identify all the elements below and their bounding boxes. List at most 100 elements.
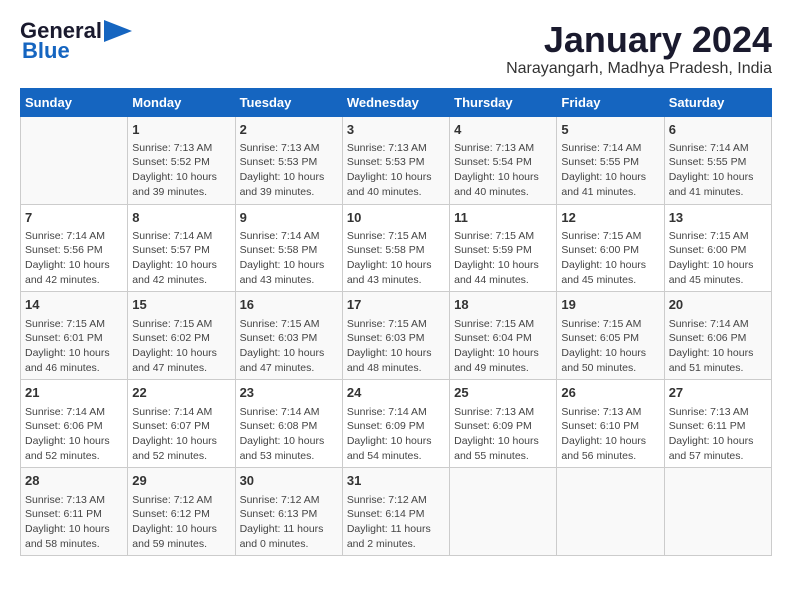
page-title: January 2024 bbox=[506, 20, 772, 60]
day-number: 14 bbox=[25, 296, 123, 314]
calendar-cell: 13Sunrise: 7:15 AM Sunset: 6:00 PM Dayli… bbox=[664, 204, 771, 292]
day-number: 21 bbox=[25, 384, 123, 402]
day-number: 25 bbox=[454, 384, 552, 402]
calendar-cell: 31Sunrise: 7:12 AM Sunset: 6:14 PM Dayli… bbox=[342, 468, 449, 556]
calendar-cell: 8Sunrise: 7:14 AM Sunset: 5:57 PM Daylig… bbox=[128, 204, 235, 292]
weekday-header: Thursday bbox=[450, 88, 557, 116]
calendar-cell: 2 Sunrise: 7:13 AM Sunset: 5:53 PM Daylig… bbox=[235, 116, 342, 204]
day-info: Sunrise: 7:15 AM Sunset: 5:59 PM Dayligh… bbox=[454, 229, 552, 288]
day-info: Sunrise: 7:15 AM Sunset: 6:00 PM Dayligh… bbox=[561, 229, 659, 288]
calendar-cell: 30Sunrise: 7:12 AM Sunset: 6:13 PM Dayli… bbox=[235, 468, 342, 556]
calendar-cell bbox=[664, 468, 771, 556]
calendar-cell: 26 Sunrise: 7:13 AM Sunset: 6:10 PM Dayli… bbox=[557, 380, 664, 468]
day-info: Sunrise: 7:14 AM Sunset: 6:06 PM Dayligh… bbox=[25, 405, 123, 464]
day-info: Sunrise: 7:14 AM Sunset: 5:56 PM Dayligh… bbox=[25, 229, 123, 288]
day-number: 15 bbox=[132, 296, 230, 314]
day-number: 11 bbox=[454, 209, 552, 227]
calendar-cell: 23Sunrise: 7:14 AM Sunset: 6:08 PM Dayli… bbox=[235, 380, 342, 468]
day-info: Sunrise: 7:15 AM Sunset: 5:58 PM Dayligh… bbox=[347, 229, 445, 288]
calendar-cell bbox=[557, 468, 664, 556]
weekday-header: Sunday bbox=[21, 88, 128, 116]
day-info: Sunrise: 7:14 AM Sunset: 5:55 PM Dayligh… bbox=[561, 141, 659, 200]
calendar-cell: 12 Sunrise: 7:15 AM Sunset: 6:00 PM Dayli… bbox=[557, 204, 664, 292]
logo: General Blue bbox=[20, 20, 132, 62]
calendar-cell: 22Sunrise: 7:14 AM Sunset: 6:07 PM Dayli… bbox=[128, 380, 235, 468]
day-number: 18 bbox=[454, 296, 552, 314]
day-number: 5 bbox=[561, 121, 659, 139]
calendar-cell: 14 Sunrise: 7:15 AM Sunset: 6:01 PM Dayli… bbox=[21, 292, 128, 380]
calendar-cell: 6Sunrise: 7:14 AM Sunset: 5:55 PM Daylig… bbox=[664, 116, 771, 204]
calendar-cell: 11 Sunrise: 7:15 AM Sunset: 5:59 PM Dayli… bbox=[450, 204, 557, 292]
calendar-cell: 25 Sunrise: 7:13 AM Sunset: 6:09 PM Dayli… bbox=[450, 380, 557, 468]
day-number: 20 bbox=[669, 296, 767, 314]
day-info: Sunrise: 7:13 AM Sunset: 5:53 PM Dayligh… bbox=[347, 141, 445, 200]
day-info: Sunrise: 7:13 AM Sunset: 6:09 PM Dayligh… bbox=[454, 405, 552, 464]
weekday-header: Wednesday bbox=[342, 88, 449, 116]
day-info: Sunrise: 7:15 AM Sunset: 6:03 PM Dayligh… bbox=[240, 317, 338, 376]
logo-subtext: Blue bbox=[22, 40, 70, 62]
day-number: 29 bbox=[132, 472, 230, 490]
day-info: Sunrise: 7:15 AM Sunset: 6:05 PM Dayligh… bbox=[561, 317, 659, 376]
calendar-table: SundayMondayTuesdayWednesdayThursdayFrid… bbox=[20, 88, 772, 557]
day-number: 24 bbox=[347, 384, 445, 402]
calendar-cell: 5 Sunrise: 7:14 AM Sunset: 5:55 PM Daylig… bbox=[557, 116, 664, 204]
calendar-week-row: 7 Sunrise: 7:14 AM Sunset: 5:56 PM Daylig… bbox=[21, 204, 772, 292]
calendar-cell: 28Sunrise: 7:13 AM Sunset: 6:11 PM Dayli… bbox=[21, 468, 128, 556]
day-number: 26 bbox=[561, 384, 659, 402]
calendar-cell: 3Sunrise: 7:13 AM Sunset: 5:53 PM Daylig… bbox=[342, 116, 449, 204]
calendar-cell: 18 Sunrise: 7:15 AM Sunset: 6:04 PM Dayli… bbox=[450, 292, 557, 380]
day-number: 30 bbox=[240, 472, 338, 490]
weekday-header: Monday bbox=[128, 88, 235, 116]
calendar-cell: 9 Sunrise: 7:14 AM Sunset: 5:58 PM Daylig… bbox=[235, 204, 342, 292]
calendar-cell: 16Sunrise: 7:15 AM Sunset: 6:03 PM Dayli… bbox=[235, 292, 342, 380]
day-info: Sunrise: 7:13 AM Sunset: 6:10 PM Dayligh… bbox=[561, 405, 659, 464]
day-info: Sunrise: 7:14 AM Sunset: 6:09 PM Dayligh… bbox=[347, 405, 445, 464]
calendar-cell: 20 Sunrise: 7:14 AM Sunset: 6:06 PM Dayli… bbox=[664, 292, 771, 380]
day-info: Sunrise: 7:15 AM Sunset: 6:03 PM Dayligh… bbox=[347, 317, 445, 376]
calendar-cell: 17 Sunrise: 7:15 AM Sunset: 6:03 PM Dayli… bbox=[342, 292, 449, 380]
day-number: 12 bbox=[561, 209, 659, 227]
day-info: Sunrise: 7:15 AM Sunset: 6:01 PM Dayligh… bbox=[25, 317, 123, 376]
calendar-week-row: 14 Sunrise: 7:15 AM Sunset: 6:01 PM Dayli… bbox=[21, 292, 772, 380]
day-info: Sunrise: 7:13 AM Sunset: 5:54 PM Dayligh… bbox=[454, 141, 552, 200]
calendar-cell bbox=[450, 468, 557, 556]
page-subtitle: Narayangarh, Madhya Pradesh, India bbox=[506, 60, 772, 78]
day-info: Sunrise: 7:15 AM Sunset: 6:00 PM Dayligh… bbox=[669, 229, 767, 288]
calendar-cell: 27 Sunrise: 7:13 AM Sunset: 6:11 PM Dayli… bbox=[664, 380, 771, 468]
day-number: 6 bbox=[669, 121, 767, 139]
weekday-header: Friday bbox=[557, 88, 664, 116]
calendar-cell: 1Sunrise: 7:13 AM Sunset: 5:52 PM Daylig… bbox=[128, 116, 235, 204]
day-info: Sunrise: 7:15 AM Sunset: 6:04 PM Dayligh… bbox=[454, 317, 552, 376]
day-info: Sunrise: 7:13 AM Sunset: 5:53 PM Dayligh… bbox=[240, 141, 338, 200]
day-info: Sunrise: 7:13 AM Sunset: 5:52 PM Dayligh… bbox=[132, 141, 230, 200]
day-number: 27 bbox=[669, 384, 767, 402]
calendar-cell: 21 Sunrise: 7:14 AM Sunset: 6:06 PM Dayli… bbox=[21, 380, 128, 468]
calendar-cell: 29 Sunrise: 7:12 AM Sunset: 6:12 PM Dayli… bbox=[128, 468, 235, 556]
calendar-week-row: 21 Sunrise: 7:14 AM Sunset: 6:06 PM Dayli… bbox=[21, 380, 772, 468]
day-number: 19 bbox=[561, 296, 659, 314]
day-number: 31 bbox=[347, 472, 445, 490]
calendar-cell bbox=[21, 116, 128, 204]
calendar-cell: 24 Sunrise: 7:14 AM Sunset: 6:09 PM Dayli… bbox=[342, 380, 449, 468]
title-section: January 2024 Narayangarh, Madhya Pradesh… bbox=[506, 20, 772, 78]
calendar-week-row: 28Sunrise: 7:13 AM Sunset: 6:11 PM Dayli… bbox=[21, 468, 772, 556]
day-info: Sunrise: 7:15 AM Sunset: 6:02 PM Dayligh… bbox=[132, 317, 230, 376]
day-info: Sunrise: 7:14 AM Sunset: 6:06 PM Dayligh… bbox=[669, 317, 767, 376]
day-info: Sunrise: 7:14 AM Sunset: 6:07 PM Dayligh… bbox=[132, 405, 230, 464]
day-number: 9 bbox=[240, 209, 338, 227]
calendar-cell: 19 Sunrise: 7:15 AM Sunset: 6:05 PM Dayli… bbox=[557, 292, 664, 380]
day-info: Sunrise: 7:13 AM Sunset: 6:11 PM Dayligh… bbox=[25, 493, 123, 552]
day-number: 4 bbox=[454, 121, 552, 139]
calendar-cell: 4 Sunrise: 7:13 AM Sunset: 5:54 PM Daylig… bbox=[450, 116, 557, 204]
day-number: 7 bbox=[25, 209, 123, 227]
day-number: 8 bbox=[132, 209, 230, 227]
weekday-header: Saturday bbox=[664, 88, 771, 116]
day-info: Sunrise: 7:12 AM Sunset: 6:12 PM Dayligh… bbox=[132, 493, 230, 552]
day-number: 2 bbox=[240, 121, 338, 139]
day-info: Sunrise: 7:13 AM Sunset: 6:11 PM Dayligh… bbox=[669, 405, 767, 464]
day-number: 17 bbox=[347, 296, 445, 314]
day-info: Sunrise: 7:14 AM Sunset: 5:58 PM Dayligh… bbox=[240, 229, 338, 288]
logo-arrow-icon bbox=[104, 20, 132, 42]
calendar-week-row: 1Sunrise: 7:13 AM Sunset: 5:52 PM Daylig… bbox=[21, 116, 772, 204]
weekday-header: Tuesday bbox=[235, 88, 342, 116]
